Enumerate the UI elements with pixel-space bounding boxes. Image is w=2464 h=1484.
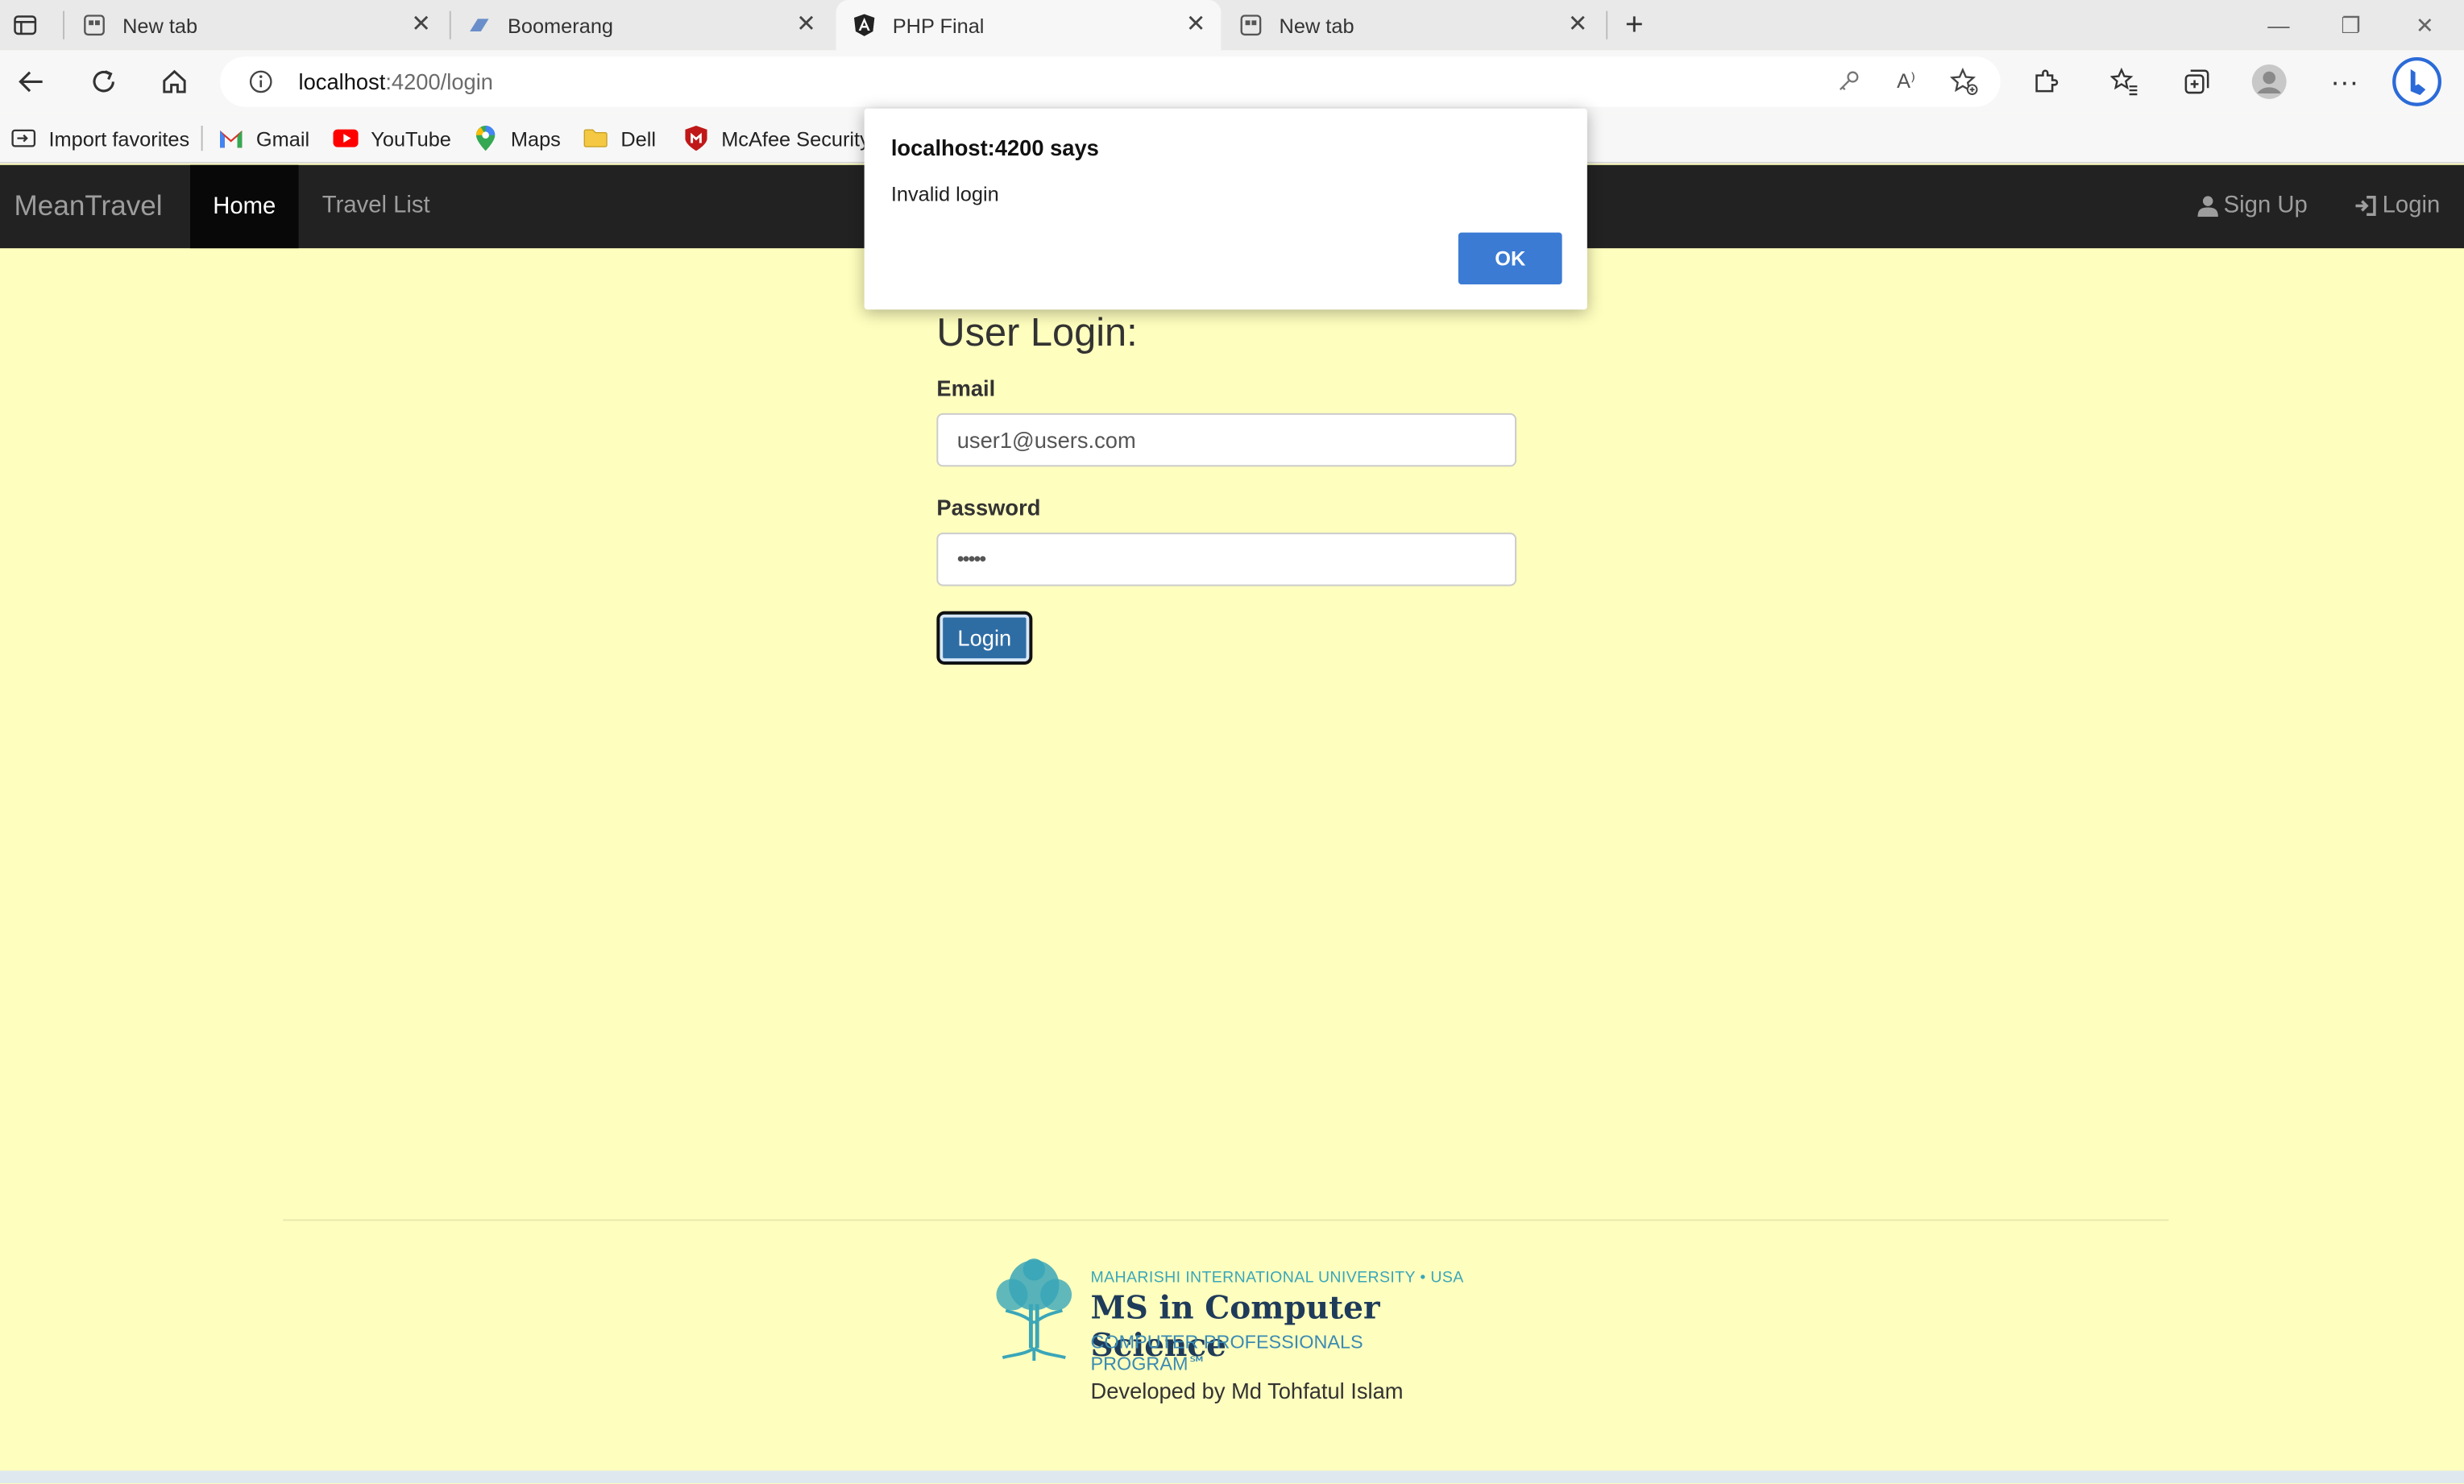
close-icon[interactable]: ✕ (1184, 12, 1209, 38)
browser-toolbar: localhost:4200/login A⁾ ··· (0, 50, 2464, 114)
read-aloud-icon[interactable]: A⁾ (1884, 60, 1928, 104)
nav-home[interactable]: Home (189, 164, 299, 249)
url-text: localhost:4200/login (298, 68, 493, 95)
user-icon (2197, 195, 2218, 217)
folder-icon (583, 126, 608, 151)
tab-actions-icon[interactable] (3, 3, 48, 48)
log-in-icon (2355, 195, 2376, 215)
tree-icon (996, 1258, 1072, 1361)
angular-icon (852, 13, 877, 38)
logo-program-subtitle: COMPUTER PROFESSIONALS PROGRAM℠ (1090, 1330, 1363, 1375)
new-tab-plus-icon[interactable]: + (1612, 3, 1657, 48)
minimize-icon[interactable]: — (2242, 0, 2315, 50)
mcafee-icon (683, 126, 708, 151)
bottom-edge (0, 1470, 2464, 1484)
page-title: User Login: (936, 311, 1138, 355)
brand-link[interactable]: MeanTravel (15, 190, 163, 223)
maps-icon (473, 126, 498, 151)
browser-window: New tab ✕ Boomerang ✕ PHP Final ✕ New ta… (0, 0, 2464, 1484)
close-icon[interactable]: ✕ (409, 12, 433, 38)
university-logo: MAHARISHI INTERNATIONAL UNIVERSITY • USA… (984, 1257, 1471, 1375)
add-favorite-icon[interactable] (1943, 60, 1987, 104)
newtab-icon (1238, 13, 1263, 38)
more-menu-icon[interactable]: ··· (2323, 60, 2367, 104)
favorite-mcafee[interactable]: McAfee Security (683, 122, 870, 154)
tab-strip: New tab ✕ Boomerang ✕ PHP Final ✕ New ta… (0, 0, 2464, 51)
favorite-maps[interactable]: Maps (473, 122, 561, 154)
nav-travel-list[interactable]: Travel List (322, 192, 430, 218)
footer-divider (283, 1219, 2169, 1221)
newtab-icon (81, 13, 106, 38)
import-icon (11, 126, 36, 151)
profile-avatar-icon[interactable] (2247, 60, 2292, 104)
refresh-icon[interactable] (81, 60, 126, 104)
address-bar[interactable]: localhost:4200/login A⁾ (220, 56, 2001, 107)
tab-new-tab-1[interactable]: New tab ✕ (69, 0, 446, 50)
tab-title: PHP Final (892, 13, 985, 37)
window-close-icon[interactable]: ✕ (2388, 0, 2461, 50)
email-field[interactable]: user1@users.com (936, 412, 1517, 467)
dialog-title: localhost:4200 says (890, 135, 1099, 160)
email-label: Email (936, 375, 996, 401)
dialog-ok-button[interactable]: OK (1458, 232, 1562, 285)
password-label: Password (936, 495, 1041, 520)
key-icon[interactable] (1826, 60, 1870, 104)
close-icon[interactable]: ✕ (794, 12, 819, 38)
tab-new-tab-2[interactable]: New tab ✕ (1226, 0, 1603, 50)
collections-icon[interactable] (2175, 60, 2219, 104)
close-icon[interactable]: ✕ (1565, 12, 1590, 38)
favorites-icon[interactable] (2103, 60, 2147, 104)
favorite-dell[interactable]: Dell (583, 122, 656, 154)
bing-copilot-icon[interactable] (2390, 55, 2443, 108)
developer-credit: Developed by Md Tohfatul Islam (1090, 1378, 1404, 1403)
login-submit-button[interactable]: Login (936, 611, 1033, 665)
tab-title: New tab (1279, 13, 1354, 37)
favorite-gmail[interactable]: Gmail (218, 122, 309, 154)
password-field[interactable]: ••••• (936, 533, 1517, 587)
site-info-icon[interactable] (239, 60, 283, 104)
favorite-youtube[interactable]: YouTube (333, 122, 451, 154)
nav-sign-up[interactable]: Sign Up (2197, 192, 2308, 218)
tab-php-final[interactable]: PHP Final ✕ (836, 0, 1222, 51)
logo-university-text: MAHARISHI INTERNATIONAL UNIVERSITY • USA (1090, 1269, 1464, 1287)
extensions-icon[interactable] (2024, 60, 2068, 104)
home-icon[interactable] (152, 60, 197, 104)
nav-login[interactable]: Login (2354, 192, 2440, 218)
restore-icon[interactable]: ❐ (2315, 0, 2387, 50)
gmail-icon (218, 126, 243, 151)
youtube-icon (333, 126, 359, 151)
tab-boomerang[interactable]: Boomerang ✕ (454, 0, 832, 50)
boomerang-icon (467, 13, 492, 38)
tab-title: New tab (122, 13, 198, 37)
back-arrow-icon[interactable] (10, 60, 54, 104)
tab-title: Boomerang (507, 13, 614, 37)
dialog-message: Invalid login (890, 182, 999, 206)
alert-dialog: localhost:4200 says Invalid login OK (864, 108, 1587, 310)
favorite-import[interactable]: Import favorites (11, 122, 190, 154)
